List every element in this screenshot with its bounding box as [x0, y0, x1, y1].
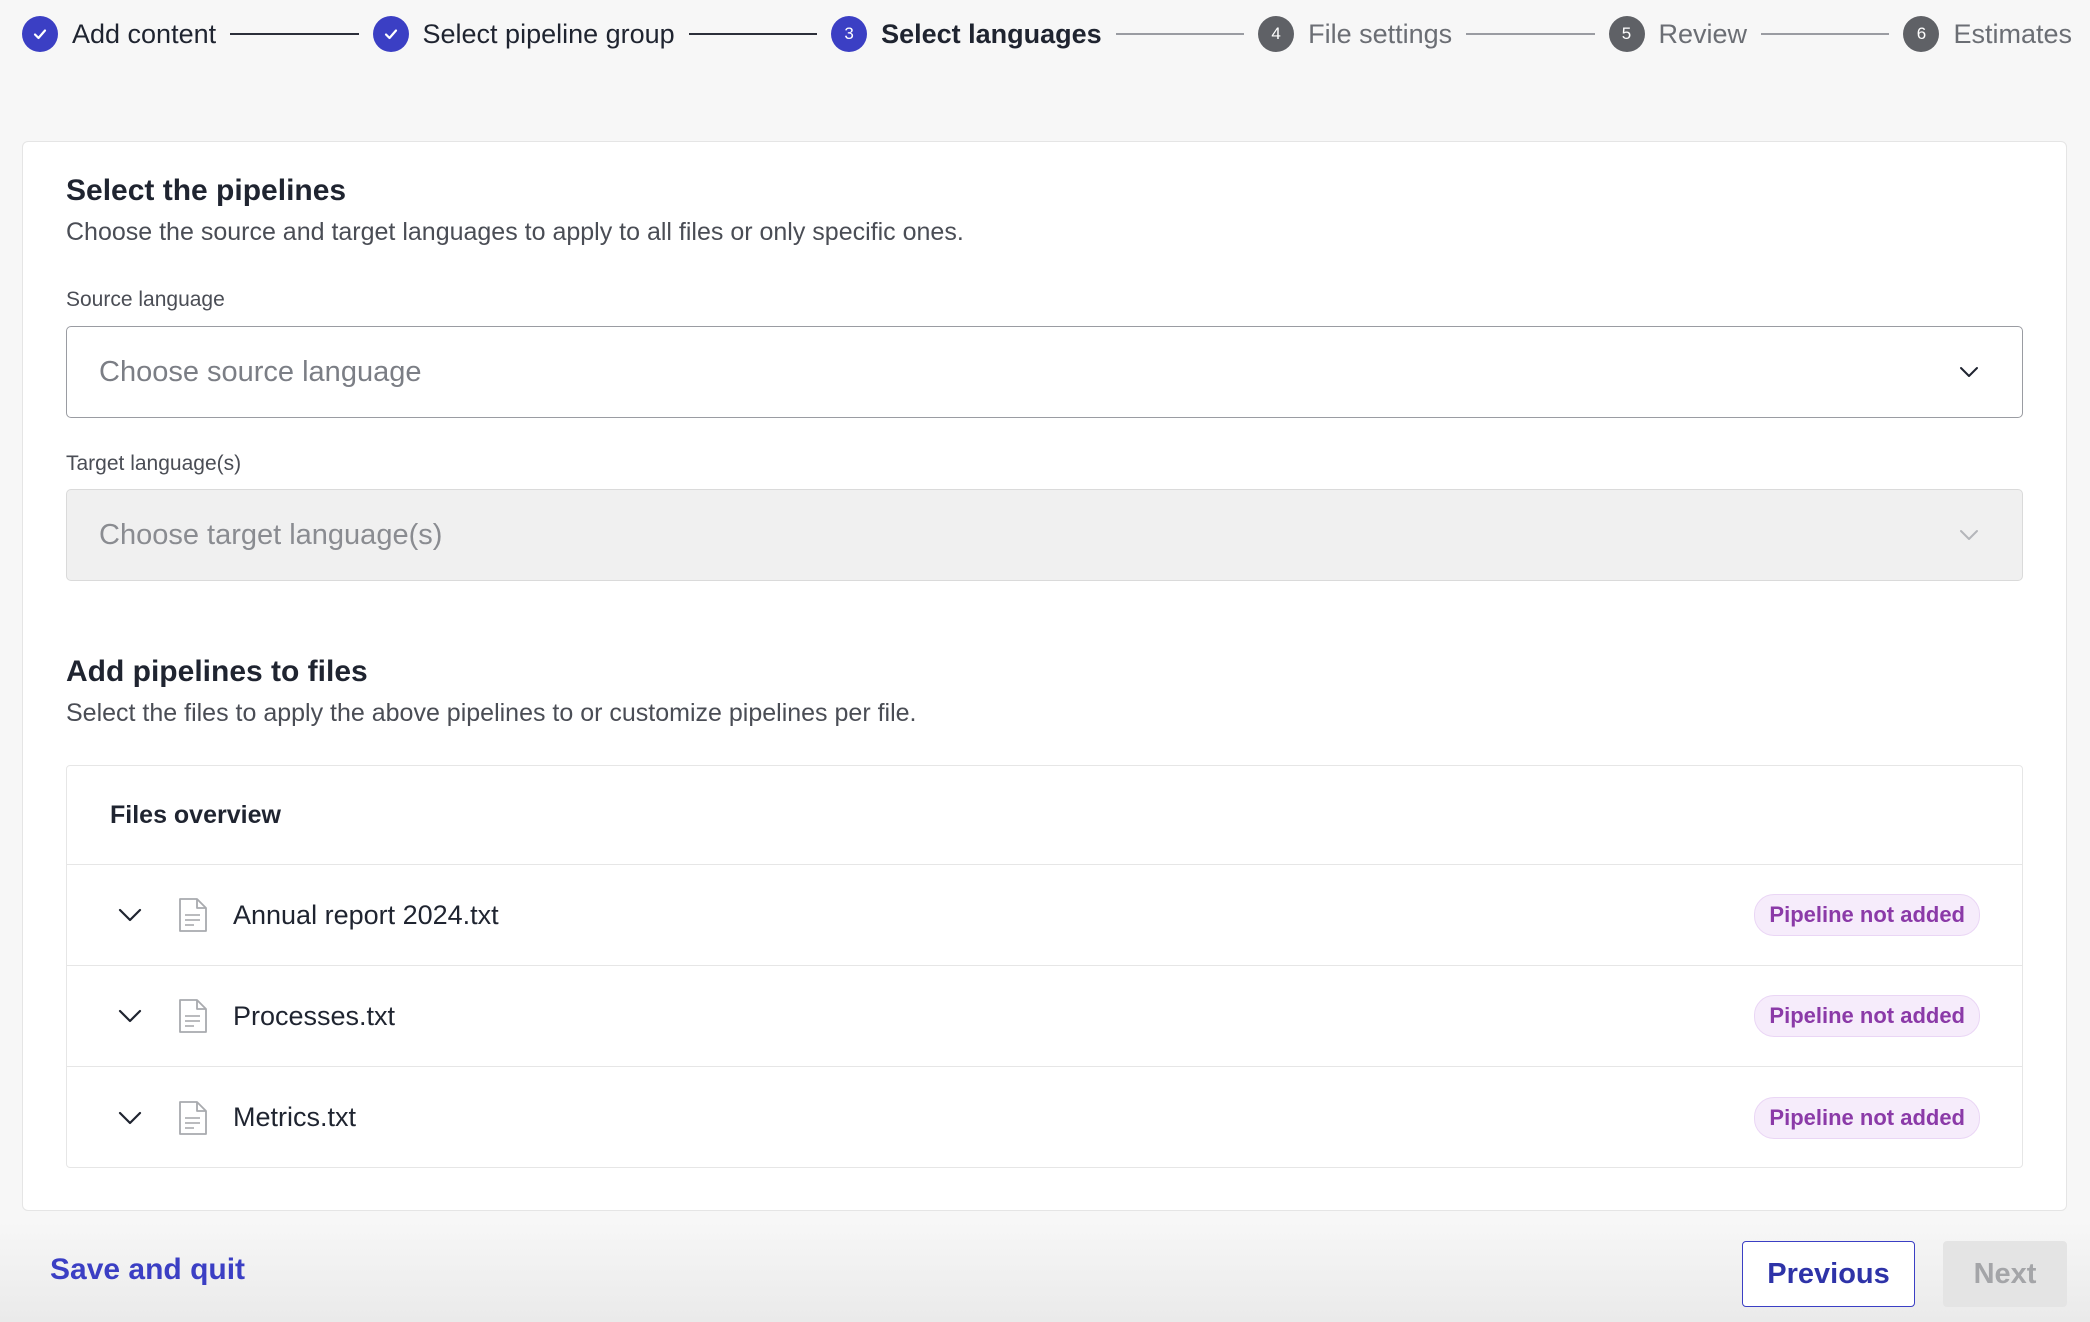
step-file-settings: 4 File settings: [1258, 16, 1452, 52]
chevron-down-icon: [1960, 530, 1978, 540]
step-number: 6: [1903, 16, 1940, 52]
step-select-pipeline-group[interactable]: Select pipeline group: [372, 16, 675, 52]
step-connector: [1115, 33, 1245, 35]
chevron-down-icon[interactable]: [117, 902, 143, 928]
step-label: Add content: [72, 18, 217, 49]
step-number: 5: [1608, 16, 1645, 52]
status-badge: Pipeline not added: [1754, 995, 1980, 1037]
file-row[interactable]: Annual report 2024.txt Pipeline not adde…: [67, 865, 2022, 966]
add-pipelines-title: Add pipelines to files: [66, 655, 368, 688]
step-label: Review: [1658, 18, 1748, 49]
document-icon: [179, 898, 207, 932]
chevron-down-icon[interactable]: [117, 1003, 143, 1029]
source-language-label: Source language: [66, 288, 225, 311]
step-label: File settings: [1308, 18, 1453, 49]
step-connector: [230, 33, 359, 35]
next-button[interactable]: Next: [1943, 1241, 2067, 1307]
target-language-placeholder: Choose target language(s): [99, 518, 443, 551]
step-number: 4: [1258, 16, 1295, 52]
status-badge: Pipeline not added: [1754, 894, 1980, 936]
chevron-down-icon: [1960, 367, 1978, 377]
chevron-down-icon[interactable]: [117, 1105, 143, 1131]
source-language-select[interactable]: Choose source language: [66, 326, 2023, 418]
source-language-placeholder: Choose source language: [99, 355, 422, 388]
step-label: Select languages: [881, 18, 1102, 49]
pipelines-title: Select the pipelines: [66, 174, 347, 207]
step-label: Estimates: [1953, 18, 2072, 49]
add-pipelines-description: Select the files to apply the above pipe…: [66, 699, 917, 727]
save-and-quit-link[interactable]: Save and quit: [50, 1253, 245, 1287]
check-icon: [372, 16, 409, 52]
target-language-label: Target language(s): [66, 452, 242, 475]
step-connector: [1761, 33, 1890, 35]
file-row[interactable]: Processes.txt Pipeline not added: [67, 966, 2022, 1067]
status-badge: Pipeline not added: [1754, 1096, 1980, 1139]
main-card: Select the pipelines Choose the source a…: [22, 141, 2067, 1211]
pipelines-description: Choose the source and target languages t…: [66, 218, 964, 246]
document-icon: [179, 1100, 207, 1135]
step-connector: [688, 33, 818, 35]
step-review: 5 Review: [1608, 16, 1748, 52]
files-overview-header: Files overview: [67, 766, 2022, 865]
footer-bar: Save and quit Previous Next: [0, 1222, 2090, 1322]
file-row[interactable]: Metrics.txt Pipeline not added: [67, 1067, 2022, 1167]
step-connector: [1466, 33, 1595, 35]
step-add-content[interactable]: Add content: [22, 16, 216, 52]
progress-stepper: Add content Select pipeline group 3 Sele…: [22, 14, 2072, 54]
check-icon: [22, 16, 58, 52]
step-label: Select pipeline group: [422, 18, 675, 49]
step-estimates: 6 Estimates: [1903, 16, 2072, 52]
step-select-languages: 3 Select languages: [831, 16, 1102, 52]
files-overview: Files overview Annual report 2024.txt Pi…: [66, 765, 2023, 1168]
document-icon: [179, 999, 207, 1033]
step-number: 3: [831, 16, 868, 52]
previous-button[interactable]: Previous: [1742, 1241, 1915, 1307]
target-language-select[interactable]: Choose target language(s): [66, 489, 2023, 581]
